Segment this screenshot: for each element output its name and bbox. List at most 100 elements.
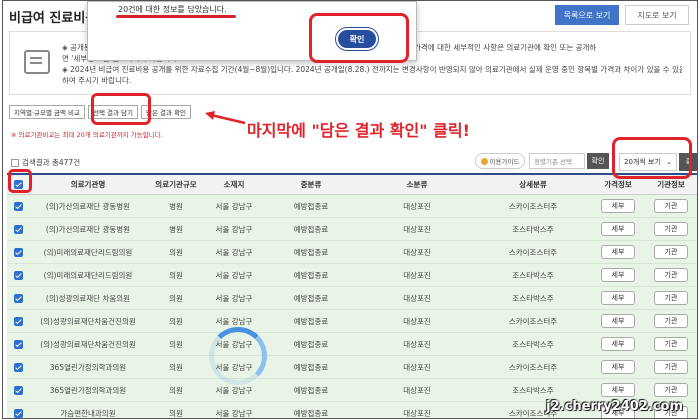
result-count-label: 검색결과 총477건 (22, 158, 81, 167)
column-header: 중분류 (300, 180, 322, 189)
detail-button[interactable]: 세부 (601, 314, 635, 328)
row-checkbox[interactable] (13, 270, 23, 280)
row-checkbox-cell (7, 356, 29, 378)
cell-small-category: 대상포진 (403, 270, 431, 280)
cell-price-info: 세부 (591, 218, 645, 240)
compare-limit-hint: ※ 의료기관비교는 최대 20개 의료기관까지 가능합니다. (11, 131, 163, 139)
cell-size: 병원 (169, 224, 183, 234)
table-row: (의)미래의료재단리드림의원 의원 서울 강남구 예방접종료 대상포진 스카이조스터주 세부… (7, 241, 697, 264)
cell-mid-category: 예방접종료 (293, 316, 329, 326)
cell-small-category: 대상포진 (403, 385, 431, 395)
cell-name: 가슴편한내과의원 (60, 408, 116, 418)
row-checkbox[interactable] (13, 339, 23, 349)
table-body: (의)가산의료재단 광동병원 병원 서울 강남구 예방접종료 대상포진 스카이조스터주 세부… (7, 195, 697, 418)
cell-org-info: 기관 (645, 333, 697, 355)
org-button[interactable]: 기관 (654, 360, 688, 374)
cell-detail-category: 스카이조스터주 (508, 247, 558, 257)
cell-name: (의)가산의료재단 광동병원 (45, 201, 131, 211)
cell-name: 365열린가정의학과의원 (49, 385, 127, 395)
table-row: (의)성광의료재단 차움의원 의원 서울 강남구 예방접종료 대상포진 조스타박스주 세부 기… (7, 287, 697, 310)
select-all-results-checkbox[interactable] (11, 158, 19, 167)
org-button[interactable]: 기관 (654, 291, 688, 305)
cell-location: 서울 강남구 (215, 408, 253, 418)
detail-button[interactable]: 세부 (601, 291, 635, 305)
cell-mid-category: 예방접종료 (293, 270, 329, 280)
org-button[interactable]: 기관 (654, 199, 688, 213)
results-table: 의료기관명 의료기관규모 소재지 중분류 소분류 상세분류 가격정보 기관정보 … (7, 173, 697, 418)
org-button[interactable]: 기관 (654, 337, 688, 351)
detail-button[interactable]: 세부 (601, 268, 635, 282)
cell-price-info: 세부 (591, 356, 645, 378)
cell-size: 의원 (169, 385, 183, 395)
view-toggle: 목록으로 보기 지도로 보기 (555, 5, 689, 25)
cell-mid-category: 예방접종료 (293, 362, 329, 372)
cell-location: 서울 강남구 (215, 247, 253, 257)
annotation-highlight-select (91, 93, 151, 125)
row-checkbox-cell (7, 287, 29, 309)
cell-price-info: 세부 (591, 379, 645, 401)
guide-button[interactable]: 이용가이드 (475, 153, 525, 169)
notice-line: ◈ 2024년 비급여 진료비용 공개를 위한 자료수집 기간(4월~8월)입니… (62, 65, 682, 74)
table-row: (의)가산의료재단 광동병원 병원 서울 강남구 예방접종료 대상포진 스카이조스터주 세부… (7, 195, 697, 218)
row-checkbox[interactable] (13, 201, 23, 211)
org-button[interactable]: 기관 (654, 383, 688, 397)
row-checkbox-cell (7, 218, 29, 240)
sort-select[interactable]: 정렬기준 선택 (529, 153, 585, 169)
cell-mid-category: 예방접종료 (293, 293, 329, 303)
cell-mid-category: 예방접종료 (293, 201, 329, 211)
cell-small-category: 대상포진 (403, 293, 431, 303)
cell-small-category: 대상포진 (403, 408, 431, 418)
cell-small-category: 대상포진 (403, 316, 431, 326)
cell-size: 의원 (169, 408, 183, 418)
row-checkbox[interactable] (13, 362, 23, 372)
row-checkbox[interactable] (13, 293, 23, 303)
cell-mid-category: 예방접종료 (293, 408, 329, 418)
cell-org-info: 기관 (645, 379, 697, 401)
detail-button[interactable]: 세부 (601, 360, 635, 374)
column-header: 의료기관명 (70, 180, 106, 189)
org-button[interactable]: 기관 (654, 222, 688, 236)
guide-label: 이용가이드 (489, 158, 520, 166)
cell-small-category: 대상포진 (403, 224, 431, 234)
org-button[interactable]: 기관 (654, 268, 688, 282)
cell-location: 서울 강남구 (215, 293, 253, 303)
detail-button[interactable]: 세부 (601, 383, 635, 397)
column-header: 의료기관규모 (155, 180, 197, 189)
cell-mid-category: 예방접종료 (293, 339, 329, 349)
row-checkbox-cell (7, 241, 29, 263)
cell-org-info: 기관 (645, 356, 697, 378)
cell-org-info: 기관 (645, 310, 697, 332)
table-row: (의)성광의료재단차움건진의원 의원 서울 강남구 예방접종료 대상포진 조스타박스주 세부… (7, 333, 697, 356)
view-map-button[interactable]: 지도로 보기 (625, 5, 689, 25)
row-checkbox[interactable] (13, 408, 23, 418)
cell-detail-category: 조스타박스주 (512, 270, 554, 280)
detail-button[interactable]: 세부 (601, 245, 635, 259)
tab-region-compare[interactable]: 지역별·규모별 금액 비교 (9, 105, 85, 119)
cell-name: 365열린가정의학과의원 (49, 362, 127, 372)
cell-price-info: 세부 (591, 241, 645, 263)
detail-button[interactable]: 세부 (601, 337, 635, 351)
cell-detail-category: 조스타박스주 (512, 385, 554, 395)
org-button[interactable]: 기관 (654, 314, 688, 328)
sort-confirm-button[interactable]: 확인 (587, 153, 609, 169)
cell-size: 의원 (169, 247, 183, 257)
detail-button[interactable]: 세부 (601, 222, 635, 236)
cell-detail-category: 조스타박스주 (512, 293, 554, 303)
table-row: (의)미래의료재단리드림의원 의원 서울 강남구 예방접종료 대상포진 조스타박스주 세부 기… (7, 264, 697, 287)
cell-size: 의원 (169, 293, 183, 303)
detail-button[interactable]: 세부 (601, 199, 635, 213)
row-checkbox[interactable] (13, 224, 23, 234)
row-checkbox-cell (7, 264, 29, 286)
cell-small-category: 대상포진 (403, 201, 431, 211)
cell-mid-category: 예방접종료 (293, 247, 329, 257)
row-checkbox[interactable] (13, 316, 23, 326)
row-checkbox[interactable] (13, 385, 23, 395)
cell-name: (의)미래의료재단리드림의원 (43, 247, 133, 257)
cell-detail-category: 스카이조스터주 (508, 316, 558, 326)
row-checkbox[interactable] (13, 247, 23, 257)
view-list-button[interactable]: 목록으로 보기 (555, 5, 619, 25)
cell-detail-category: 조스타박스주 (512, 339, 554, 349)
cell-detail-category: 스카이조스터주 (508, 201, 558, 211)
loading-spinner-icon (209, 327, 267, 385)
org-button[interactable]: 기관 (654, 245, 688, 259)
